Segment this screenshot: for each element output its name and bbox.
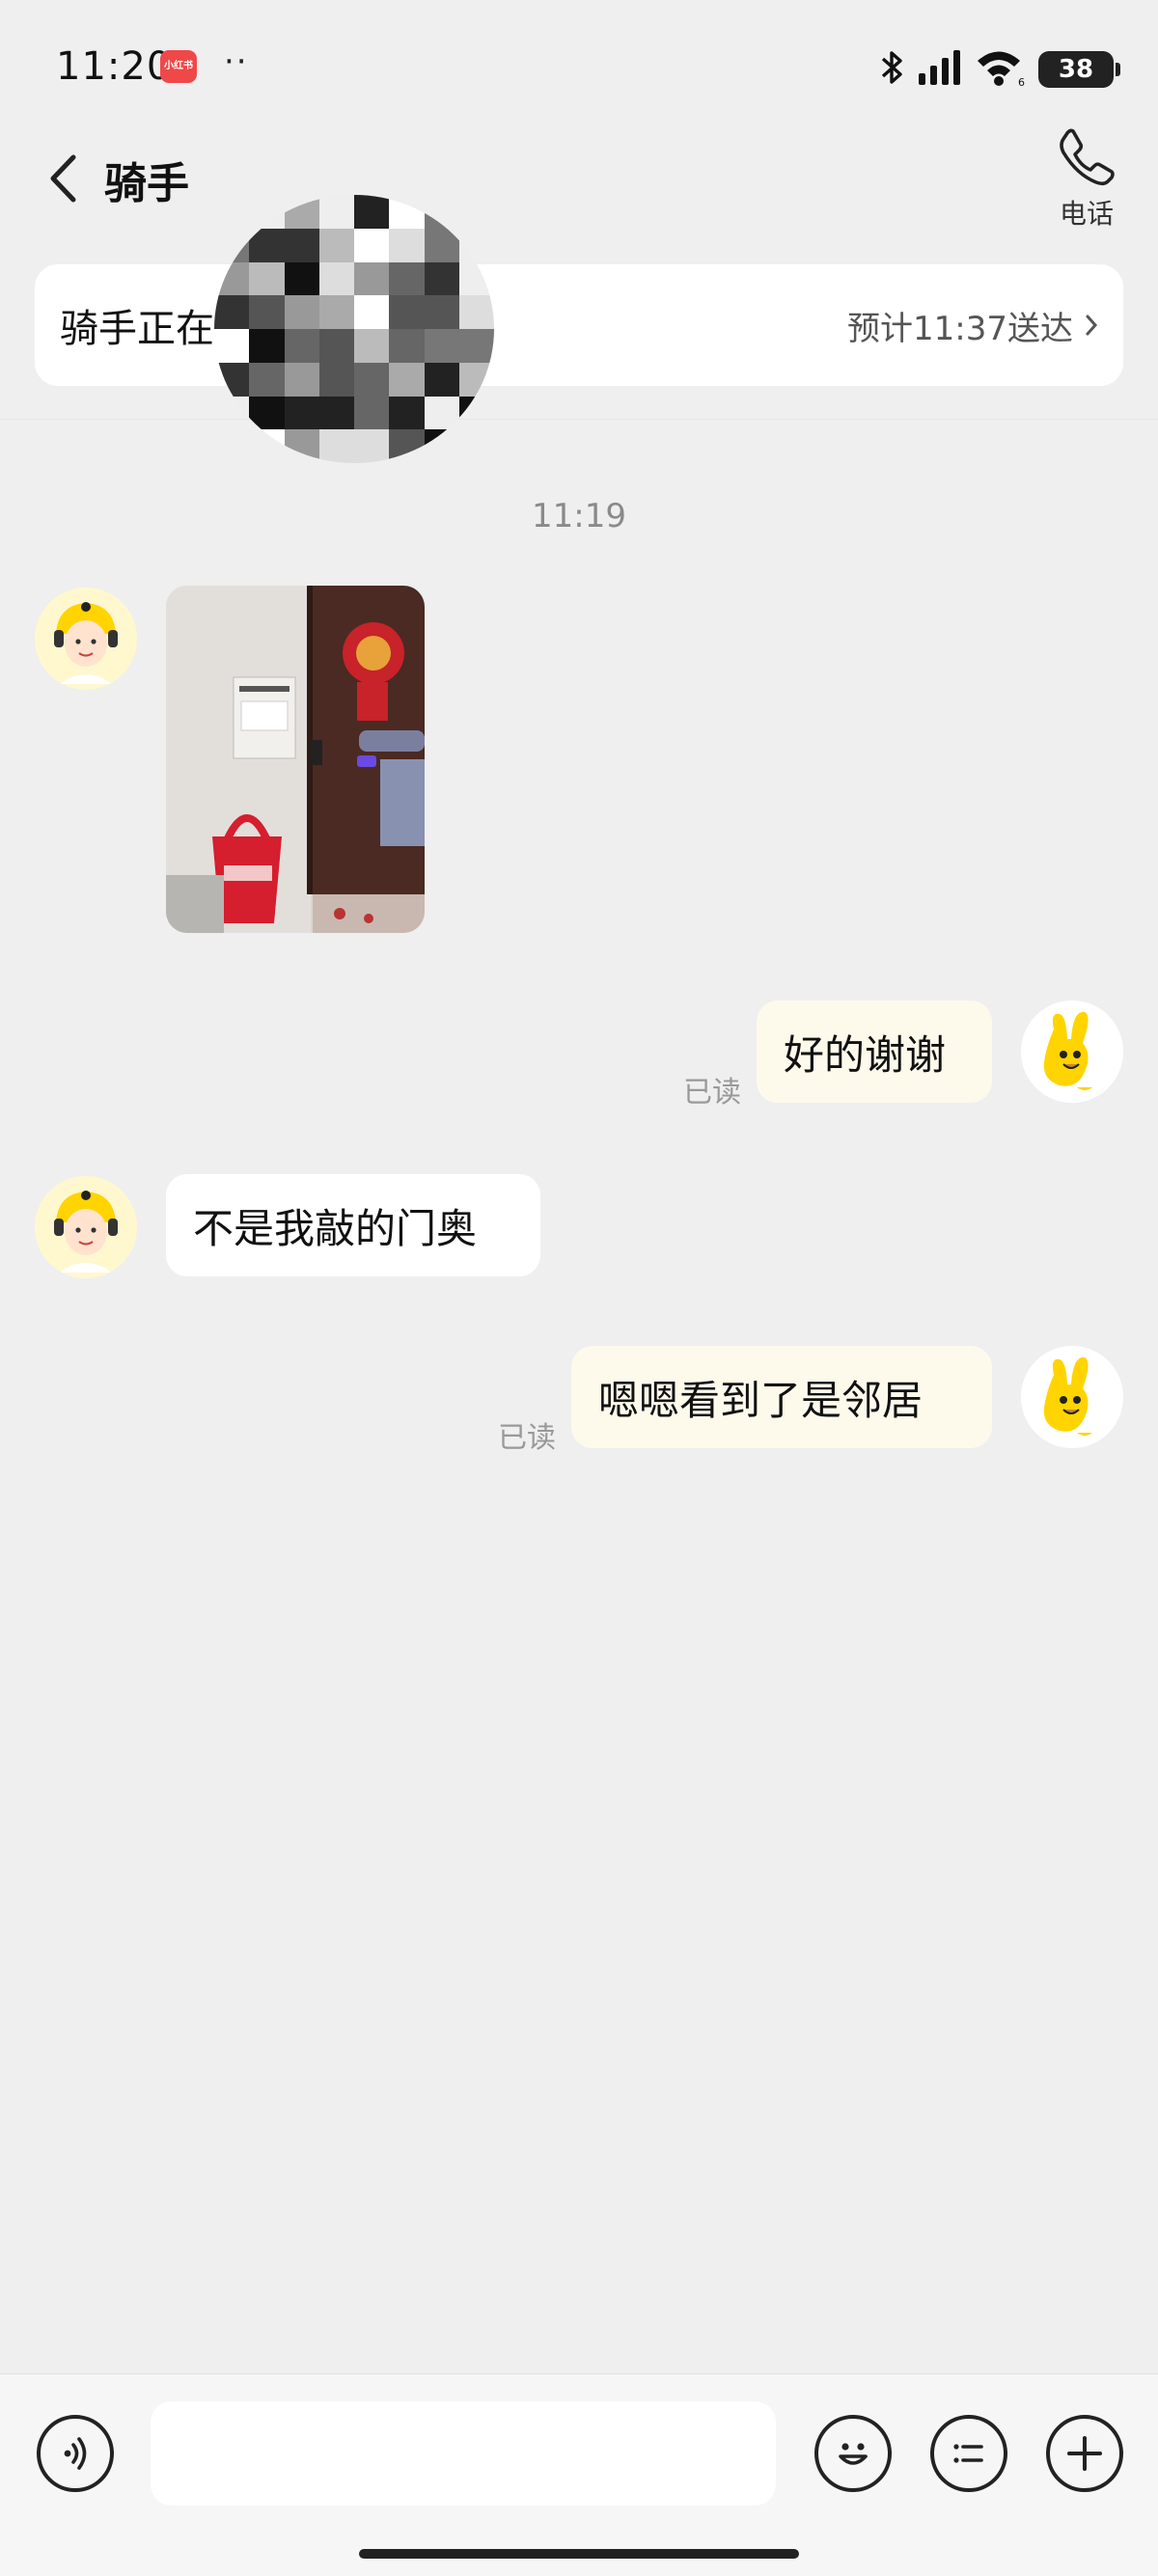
user-avatar[interactable] <box>1021 1346 1123 1448</box>
message-bubble-outgoing[interactable]: 好的谢谢 <box>757 1000 992 1103</box>
message-input[interactable] <box>151 2401 776 2506</box>
user-avatar-icon <box>1021 1000 1123 1103</box>
message-bubble-incoming[interactable]: 不是我敲的门奥 <box>166 1174 540 1276</box>
plus-icon <box>1067 2436 1102 2471</box>
back-chevron-icon <box>50 154 76 203</box>
voice-button[interactable] <box>37 2415 114 2492</box>
chat-timestamp: 11:19 <box>532 497 626 535</box>
bluetooth-icon <box>880 48 905 91</box>
rider-avatar-icon <box>35 1176 137 1278</box>
delivery-status-card[interactable]: 骑手正在送货 预计11:37送达 <box>35 264 1123 386</box>
wifi-icon: 6 <box>975 48 1027 91</box>
voice-icon <box>64 2437 87 2470</box>
phone-icon <box>1060 128 1115 186</box>
read-receipt: 已读 <box>498 1421 556 1455</box>
message-text: 嗯嗯看到了是邻居 <box>598 1376 924 1424</box>
message-text: 好的谢谢 <box>784 1030 947 1079</box>
delivery-eta: 预计11:37送达 <box>847 309 1073 348</box>
more-button[interactable] <box>1046 2415 1123 2492</box>
user-avatar-icon <box>1021 1346 1123 1448</box>
rider-avatar[interactable] <box>35 588 137 690</box>
status-bar: 11:20 小红书 ·· 6 38 <box>0 0 1158 135</box>
input-bar <box>0 2373 1158 2576</box>
message-text: 不是我敲的门奥 <box>193 1204 478 1252</box>
page-title: 骑手 <box>104 159 189 208</box>
home-indicator[interactable] <box>359 2549 799 2559</box>
read-receipt: 已读 <box>683 1076 741 1110</box>
chat-area[interactable]: 11:19 已读 好的谢谢 不是我敲的门奥 已读 嗯嗯看到了是邻居 <box>0 419 1158 2377</box>
call-label: 电话 <box>1059 198 1114 230</box>
battery-indicator: 38 <box>1038 51 1120 88</box>
emoji-icon <box>839 2443 868 2465</box>
rider-avatar[interactable] <box>35 1176 137 1278</box>
status-dots: ·· <box>224 42 249 81</box>
message-image[interactable] <box>166 586 425 933</box>
svg-text:6: 6 <box>1018 76 1025 87</box>
call-button[interactable]: 电话 <box>1048 125 1125 241</box>
delivery-eta-link[interactable]: 预计11:37送达 <box>847 302 1098 349</box>
chevron-right-icon <box>1086 315 1098 336</box>
nav-bar: 骑手 电话 <box>0 128 1158 463</box>
signal-icon <box>917 50 963 89</box>
message-bubble-outgoing[interactable]: 嗯嗯看到了是邻居 <box>571 1346 992 1448</box>
redacted-mosaic <box>214 195 494 463</box>
status-time: 11:20 <box>56 44 173 89</box>
emoji-button[interactable] <box>814 2415 892 2492</box>
back-button[interactable] <box>39 147 87 210</box>
status-indicators: 6 38 <box>880 48 1120 91</box>
delivery-photo <box>166 586 425 933</box>
app-notification-badge: 小红书 <box>160 50 197 83</box>
quick-reply-icon <box>953 2444 983 2463</box>
rider-avatar-icon <box>35 588 137 690</box>
user-avatar[interactable] <box>1021 1000 1123 1103</box>
quick-reply-button[interactable] <box>930 2415 1007 2492</box>
